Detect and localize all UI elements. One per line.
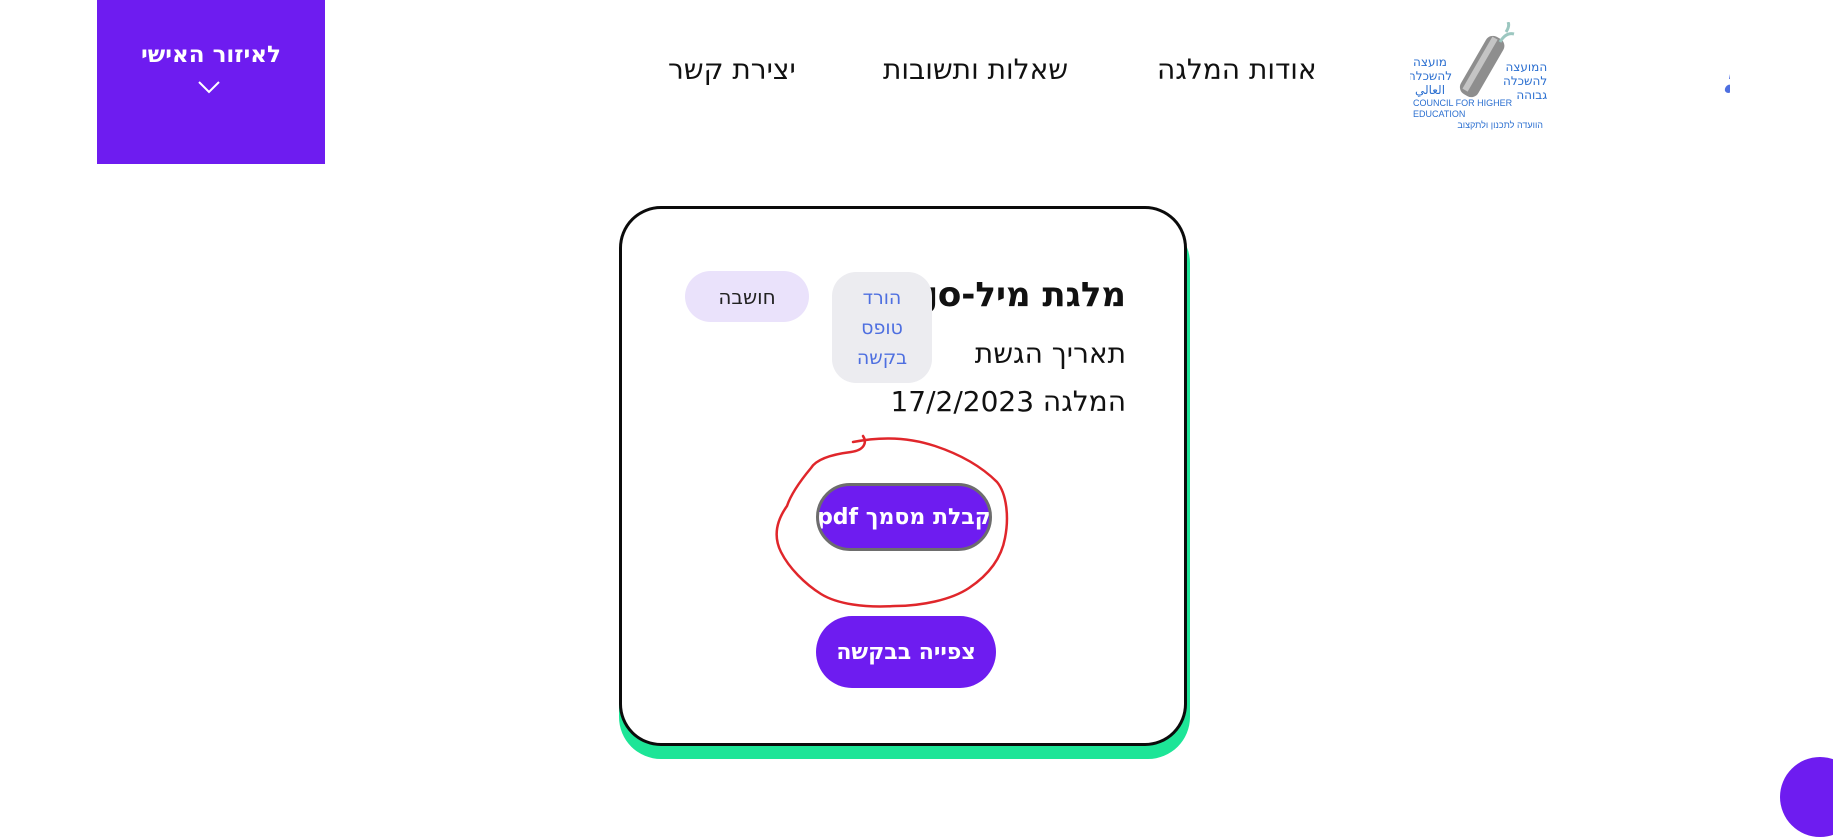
che-hebrew-block: המועצה להשכלה גבוהה — [1503, 60, 1547, 102]
chevron-down-icon — [198, 81, 220, 94]
personal-area-button[interactable]: לאיזור האישי — [97, 0, 325, 164]
personal-area-label: לאיזור האישי — [141, 42, 281, 68]
submission-date-value: המלגה 17/2/2023 — [890, 385, 1126, 418]
nav-link-contact[interactable]: יצירת קשר — [668, 53, 796, 86]
svg-text:מיל-go!: מיל-go! — [1720, 34, 1730, 108]
site-header: לאיזור האישי אודות המלגה שאלות ותשובות י… — [0, 0, 1833, 165]
download-form-line: טופס — [861, 317, 903, 339]
che-hebrew-bottom: הוועדה לתכנון ולתקצוב — [1457, 120, 1543, 130]
status-badge: חושבה — [685, 271, 809, 322]
nav-link-about[interactable]: אודות המלגה — [1157, 53, 1317, 86]
download-form-line: בקשה — [856, 347, 908, 369]
chat-icon[interactable] — [1780, 757, 1833, 837]
download-form-button[interactable]: הורד טופס בקשה — [832, 272, 932, 383]
che-english-text: COUNCIL FOR HIGHER EDUCATION הוועדה לתכנ… — [1413, 98, 1543, 131]
annotation-circle — [775, 434, 1009, 608]
svg-text:מועצה: מועצה — [1413, 55, 1447, 69]
che-hebrew-line: המועצה — [1505, 60, 1548, 74]
che-hebrew-line: להשכלה — [1503, 74, 1548, 88]
download-form-line: הורד — [862, 287, 902, 309]
nav-link-faq[interactable]: שאלות ותשובות — [883, 53, 1068, 86]
card-title: מלגת מיל-go! — [898, 275, 1126, 315]
svg-text:להשכלה: להשכלה — [1410, 69, 1452, 83]
submission-date-label: תאריך הגשת — [974, 337, 1126, 370]
svg-text:العالي: العالي — [1415, 83, 1445, 97]
che-english-line: COUNCIL FOR HIGHER EDUCATION — [1413, 98, 1513, 119]
milgo-logo[interactable]: מיל-go! — [1570, 20, 1730, 110]
